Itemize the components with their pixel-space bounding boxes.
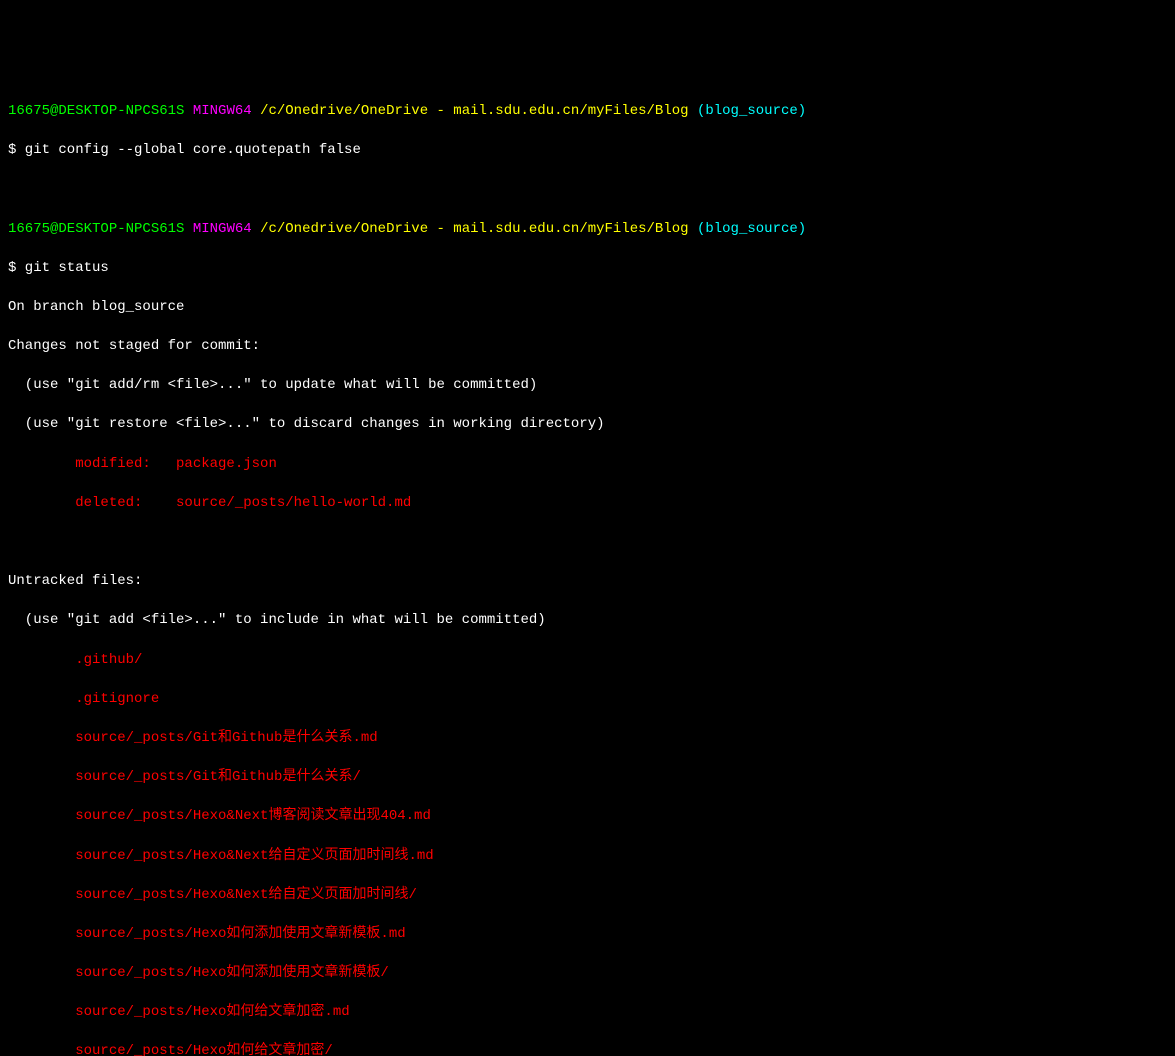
- output-hint-include: (use "git add <file>..." to include in w…: [8, 611, 1167, 631]
- untracked-file: source/_posts/Hexo如何添加使用文章新模板.md: [8, 925, 1167, 945]
- cwd-path: /c/Onedrive/OneDrive - mail.sdu.edu.cn/m…: [260, 221, 688, 237]
- untracked-file: source/_posts/Hexo如何给文章加密/: [8, 1042, 1167, 1056]
- untracked-file: source/_posts/Hexo&Next给自定义页面加时间线/: [8, 886, 1167, 906]
- untracked-file: source/_posts/Hexo&Next博客阅读文章出现404.md: [8, 807, 1167, 827]
- cwd-path: /c/Onedrive/OneDrive - mail.sdu.edu.cn/m…: [260, 103, 688, 119]
- output-deleted: deleted: source/_posts/hello-world.md: [8, 494, 1167, 514]
- untracked-file: .gitignore: [8, 690, 1167, 710]
- git-branch: (blog_source): [697, 221, 806, 237]
- command-line-2: $ git status: [8, 259, 1167, 279]
- terminal-output[interactable]: 16675@DESKTOP-NPCS61S MINGW64 /c/Onedriv…: [8, 82, 1167, 1056]
- user-host: 16675@DESKTOP-NPCS61S: [8, 103, 184, 119]
- output-branch: On branch blog_source: [8, 298, 1167, 318]
- untracked-file: source/_posts/Git和Github是什么关系.md: [8, 729, 1167, 749]
- untracked-file: source/_posts/Git和Github是什么关系/: [8, 768, 1167, 788]
- output-hint-restore: (use "git restore <file>..." to discard …: [8, 415, 1167, 435]
- git-branch: (blog_source): [697, 103, 806, 119]
- output-modified: modified: package.json: [8, 455, 1167, 475]
- untracked-file: source/_posts/Hexo如何给文章加密.md: [8, 1003, 1167, 1023]
- prompt-line-2: 16675@DESKTOP-NPCS61S MINGW64 /c/Onedriv…: [8, 220, 1167, 240]
- shell-env: MINGW64: [193, 221, 252, 237]
- prompt-line-1: 16675@DESKTOP-NPCS61S MINGW64 /c/Onedriv…: [8, 102, 1167, 122]
- output-untracked-header: Untracked files:: [8, 572, 1167, 592]
- user-host: 16675@DESKTOP-NPCS61S: [8, 221, 184, 237]
- output-changes-header: Changes not staged for commit:: [8, 337, 1167, 357]
- untracked-file: source/_posts/Hexo&Next给自定义页面加时间线.md: [8, 847, 1167, 867]
- output-hint-add: (use "git add/rm <file>..." to update wh…: [8, 376, 1167, 396]
- blank-line: [8, 180, 1167, 200]
- shell-env: MINGW64: [193, 103, 252, 119]
- untracked-file: source/_posts/Hexo如何添加使用文章新模板/: [8, 964, 1167, 984]
- command-line-1: $ git config --global core.quotepath fal…: [8, 141, 1167, 161]
- blank-line: [8, 533, 1167, 553]
- untracked-file: .github/: [8, 651, 1167, 671]
